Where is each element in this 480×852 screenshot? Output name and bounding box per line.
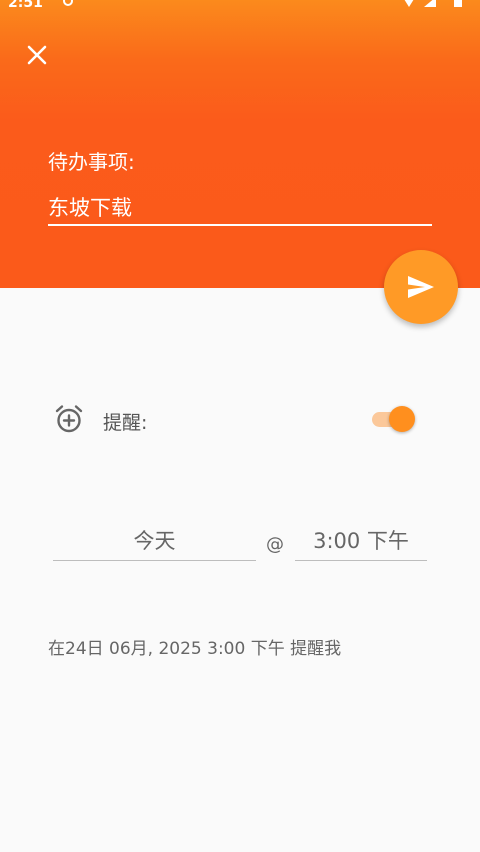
battery-icon xyxy=(454,0,462,7)
alarm-add-icon xyxy=(55,405,83,433)
signal-icon xyxy=(424,0,436,7)
header: 2:51 待办事项: xyxy=(0,0,480,288)
date-picker-field[interactable]: 今天 xyxy=(53,522,256,561)
wifi-icon xyxy=(404,0,414,7)
status-time: 2:51 xyxy=(8,0,43,11)
todo-label: 待办事项: xyxy=(48,150,135,174)
status-bar: 2:51 xyxy=(0,0,480,14)
toggle-thumb xyxy=(389,406,415,432)
send-button[interactable] xyxy=(384,250,458,324)
close-icon xyxy=(27,45,47,65)
date-value: 今天 xyxy=(133,529,176,553)
settings-icon xyxy=(63,0,73,6)
time-picker-field[interactable]: 3:00 下午 xyxy=(295,522,427,561)
remind-label: 提醒: xyxy=(103,412,148,434)
status-icons xyxy=(404,0,462,7)
at-sign: @ xyxy=(266,534,284,555)
todo-input[interactable] xyxy=(48,190,432,226)
time-value: 3:00 下午 xyxy=(313,529,409,553)
reminder-toggle[interactable] xyxy=(370,404,418,434)
send-icon xyxy=(408,276,434,298)
reminder-summary: 在24日 06月, 2025 3:00 下午 提醒我 xyxy=(48,639,342,659)
close-button[interactable] xyxy=(22,40,52,70)
